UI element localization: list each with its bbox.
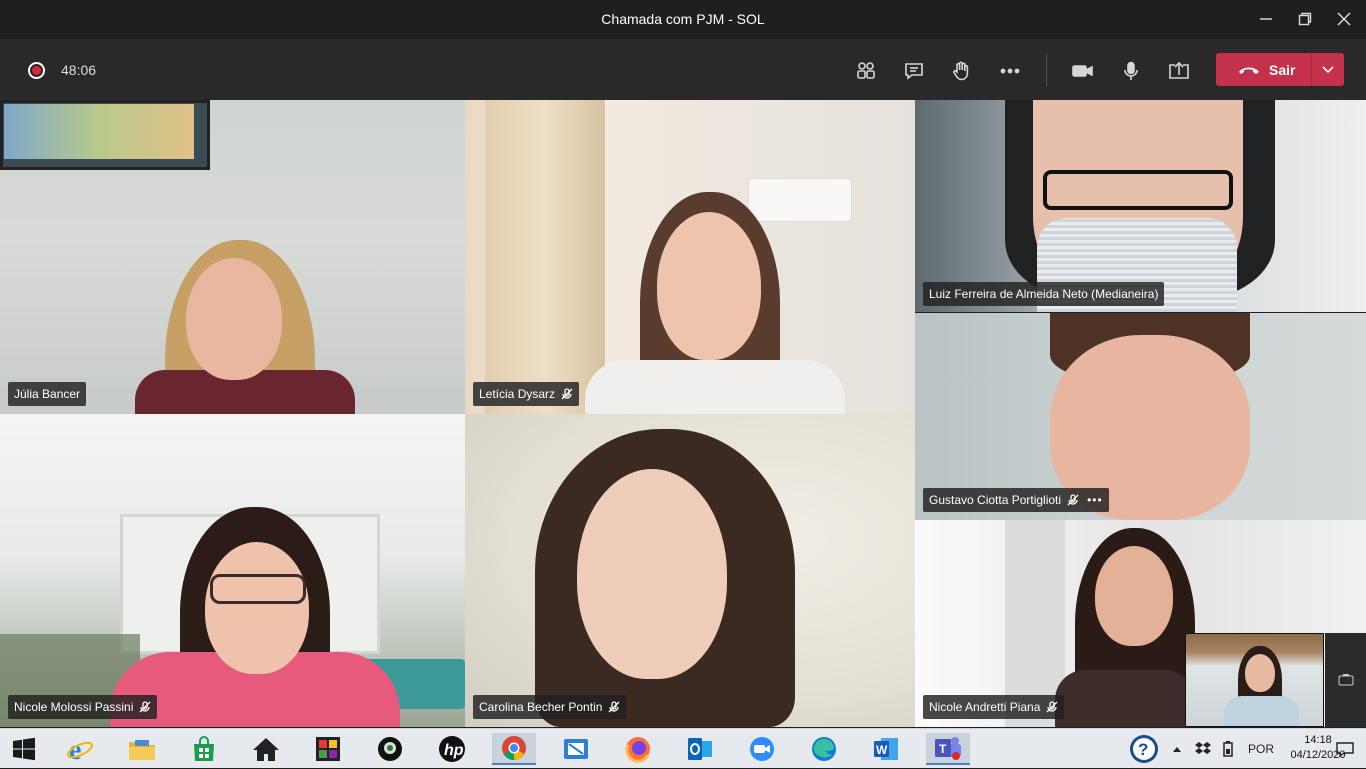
edge-icon[interactable] — [802, 733, 846, 765]
svg-text:T: T — [939, 742, 947, 756]
meeting-toolbar: 48:06 Sair — [0, 40, 1366, 100]
video-tile-leticia[interactable]: Letícia Dysarz — [465, 100, 915, 414]
camera-icon[interactable] — [1070, 58, 1096, 84]
leave-button[interactable]: Sair — [1216, 53, 1311, 86]
participants-icon[interactable] — [853, 58, 879, 84]
svg-text:hp: hp — [444, 742, 464, 759]
camera-toggle-icon — [1338, 674, 1353, 686]
participant-name: Nicole Molossi Passini — [14, 700, 134, 714]
home-icon[interactable] — [244, 733, 288, 765]
name-label: Letícia Dysarz — [473, 382, 580, 406]
mic-muted-icon — [561, 388, 573, 400]
share-screen-icon[interactable] — [1166, 58, 1192, 84]
webcam-app-icon[interactable] — [368, 733, 412, 765]
photos-icon[interactable] — [306, 733, 350, 765]
more-options-icon[interactable] — [997, 58, 1023, 84]
outlook-icon[interactable] — [678, 733, 722, 765]
window-title: Chamada com PJM - SOL — [601, 11, 765, 27]
battery-icon — [1222, 729, 1234, 769]
raise-hand-icon[interactable] — [948, 58, 974, 84]
ie-icon[interactable]: e — [58, 733, 102, 765]
self-view-video[interactable] — [1185, 633, 1324, 727]
help-icon[interactable]: ? — [1126, 729, 1162, 769]
name-label: Carolina Becher Pontin — [473, 695, 627, 719]
participant-name: Gustavo Ciotta Portiglioti — [929, 493, 1062, 507]
video-tile-luiz[interactable]: Luiz Ferreira de Almeida Neto (Medianeir… — [915, 100, 1366, 312]
close-icon[interactable] — [1333, 8, 1355, 30]
word-icon[interactable]: W — [864, 733, 908, 765]
participant-more-icon[interactable]: ••• — [1087, 493, 1103, 507]
windows-taskbar: e hp W T ? POR 14:18 04/12/2020 — [0, 728, 1366, 768]
air-conditioner — [748, 178, 852, 222]
leave-options-button[interactable] — [1311, 53, 1344, 86]
store-icon[interactable] — [182, 733, 226, 765]
restore-icon[interactable] — [1294, 8, 1316, 30]
participant-name: Letícia Dysarz — [479, 387, 556, 401]
chevron-down-icon — [1322, 65, 1334, 73]
mic-muted-icon — [608, 701, 620, 713]
start-icon[interactable] — [2, 733, 46, 765]
language-indicator[interactable]: POR — [1248, 729, 1274, 769]
snipping-icon[interactable] — [554, 733, 598, 765]
zoom-icon[interactable] — [740, 733, 784, 765]
svg-text:W: W — [876, 743, 888, 757]
dropbox-icon[interactable] — [1194, 729, 1212, 769]
hang-up-icon — [1239, 67, 1259, 74]
mic-muted-icon — [1046, 701, 1058, 713]
minimize-icon[interactable] — [1255, 8, 1277, 30]
teams-icon[interactable]: T — [926, 733, 970, 765]
participant-name: Nicole Andretti Piana — [929, 700, 1041, 714]
participant-name: Carolina Becher Pontin — [479, 700, 603, 714]
name-label: Nicole Molossi Passini — [8, 695, 158, 719]
participant-name: Júlia Bancer — [14, 387, 81, 401]
leave-label: Sair — [1269, 61, 1296, 78]
microphone-icon[interactable] — [1118, 58, 1144, 84]
video-tile-nicole-molossi[interactable]: Nicole Molossi Passini — [0, 414, 465, 727]
svg-text:?: ? — [1138, 740, 1148, 759]
leave-button-group: Sair — [1216, 53, 1344, 86]
mic-muted-icon — [139, 701, 151, 713]
name-label: Nicole Andretti Piana — [923, 695, 1065, 719]
notification-icon[interactable] — [1336, 729, 1354, 769]
video-tile-carolina[interactable]: Carolina Becher Pontin — [465, 414, 915, 727]
hp-icon[interactable]: hp — [430, 733, 474, 765]
chrome-icon[interactable] — [492, 733, 536, 765]
firefox-icon[interactable] — [616, 733, 660, 765]
toolbar-divider — [1046, 54, 1047, 86]
file-explorer-icon[interactable] — [120, 733, 164, 765]
mic-muted-icon — [1067, 494, 1079, 506]
video-tile-gustavo[interactable]: Gustavo Ciotta Portiglioti ••• — [915, 313, 1366, 520]
call-timer: 48:06 — [61, 62, 97, 78]
participant-name: Luiz Ferreira de Almeida Neto (Medianeir… — [929, 287, 1159, 301]
video-tile-julia[interactable]: Júlia Bancer — [0, 100, 465, 414]
title-bar: Chamada com PJM - SOL — [0, 0, 1366, 40]
name-label: Luiz Ferreira de Almeida Neto (Medianeir… — [923, 282, 1165, 306]
name-label: Júlia Bancer — [8, 382, 87, 406]
switch-camera-button[interactable] — [1325, 633, 1366, 727]
name-label: Gustavo Ciotta Portiglioti ••• — [923, 488, 1109, 512]
recording-icon — [28, 62, 45, 79]
tray-expand-icon[interactable] — [1172, 729, 1182, 769]
chat-icon[interactable] — [901, 58, 927, 84]
